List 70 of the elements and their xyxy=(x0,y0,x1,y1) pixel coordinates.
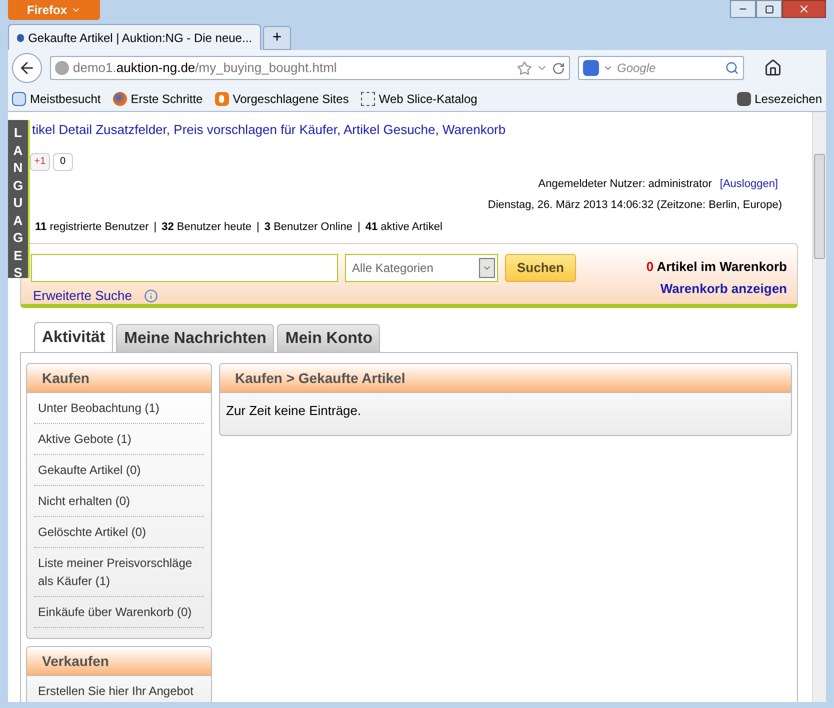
address-bar[interactable]: demo1.auktion-ng.de/my_buying_bought.html xyxy=(50,56,570,80)
module-link[interactable]: Warenkorb xyxy=(442,122,506,137)
search-engine-icon[interactable] xyxy=(583,60,599,76)
module-link[interactable]: Artikel Gesuche xyxy=(344,122,436,137)
cart-summary: 0 Artikel im Warenkorb xyxy=(646,258,787,276)
close-icon xyxy=(798,3,810,15)
url-text: demo1.auktion-ng.de/my_buying_bought.html xyxy=(73,59,337,78)
bookmarks-menu[interactable]: Lesezeichen xyxy=(736,90,822,108)
back-button[interactable] xyxy=(12,53,42,83)
account-tab[interactable]: Mein Konto xyxy=(277,324,380,352)
site-logo-icon xyxy=(17,34,24,42)
plus-one-button[interactable]: +1 xyxy=(30,152,50,170)
sidebar-link[interactable]: Nicht erhalten (0) xyxy=(34,486,204,517)
link-separator: , xyxy=(435,122,440,137)
vertical-scrollbar[interactable] xyxy=(812,112,826,702)
stat-text: 11 registrierte Benutzer xyxy=(35,220,149,234)
stat-text: 41 aktive Artikel xyxy=(365,220,442,234)
module-link[interactable]: tikel Detail Zusatzfelder xyxy=(32,122,166,137)
dashed-square-icon xyxy=(360,92,375,106)
sidebar-link[interactable]: Erstellen Sie hier Ihr Angebot xyxy=(34,676,204,702)
search-button[interactable]: Suchen xyxy=(505,254,576,282)
page-icon xyxy=(12,92,26,106)
bookmark-item[interactable]: Erste Schritte xyxy=(112,90,203,108)
separator-text: | xyxy=(357,220,360,234)
account-tab[interactable]: Aktivität xyxy=(34,322,114,353)
search-field[interactable]: Google xyxy=(578,56,744,80)
maximize-button[interactable] xyxy=(756,0,782,18)
new-tab-button[interactable]: + xyxy=(263,26,291,50)
stat-text: 3 Benutzer Online xyxy=(264,220,352,234)
globe-icon xyxy=(55,61,69,75)
sidebar-link[interactable]: Gelöschte Artikel (0) xyxy=(34,517,204,548)
scrollbar-thumb[interactable] xyxy=(814,154,825,259)
sidebar-link[interactable]: Aktive Gebote (1) xyxy=(34,424,204,455)
sidebar-link[interactable]: Unter Beobachtung (1) xyxy=(34,393,204,424)
lightbulb-icon xyxy=(214,92,229,106)
stat-text: 32 Benutzer heute xyxy=(162,220,252,234)
separator-text: | xyxy=(256,220,260,234)
link-separator: , xyxy=(166,122,172,137)
home-icon[interactable] xyxy=(764,59,782,77)
module-link[interactable]: Preis vorschlagen für Käufer xyxy=(174,122,337,137)
sidebar-link[interactable]: Liste meiner Preisvorschläge als Käufer (1) xyxy=(34,548,204,597)
search-icon[interactable] xyxy=(725,61,739,75)
browser-tab[interactable]: Gekaufte Artikel | Auktion:NG - Die neue... xyxy=(8,24,261,50)
sidebar-link[interactable]: Einkäufe über Warenkorb (0) xyxy=(34,597,204,628)
logout-link[interactable]: [Ausloggen] xyxy=(720,176,778,192)
panel-header: Verkaufen xyxy=(27,647,211,676)
bookmark-star-icon[interactable] xyxy=(517,60,532,76)
separator-text: | xyxy=(154,220,157,234)
close-button[interactable] xyxy=(782,0,826,18)
search-input[interactable] xyxy=(31,254,338,282)
logged-in-user: Angemeldeter Nutzer: administrator xyxy=(538,176,712,192)
sidebar-link[interactable]: Gekaufte Artikel (0) xyxy=(34,455,204,486)
account-tab[interactable]: Meine Nachrichten xyxy=(116,324,274,352)
panel-header: Kaufen > Gekaufte Artikel xyxy=(220,364,791,393)
bookmark-item[interactable]: Meistbesucht xyxy=(12,90,101,108)
view-cart-link[interactable]: Warenkorb anzeigen xyxy=(660,278,787,298)
share-count: 0 xyxy=(53,152,73,170)
category-select[interactable]: Alle Kategorien xyxy=(345,254,498,282)
maximize-icon xyxy=(764,4,774,14)
panel-header: Kaufen xyxy=(27,364,211,393)
advanced-search-link[interactable]: Erweiterte Suche xyxy=(33,286,132,306)
date-line: Dienstag, 26. März 2013 14:06:32 (Zeitzone: Berlin, Europe) xyxy=(488,198,782,213)
globe-icon xyxy=(112,92,127,106)
bookmark-item[interactable]: Vorgeschlagene Sites xyxy=(214,90,349,108)
link-separator: , xyxy=(336,122,342,137)
info-icon[interactable] xyxy=(144,288,158,303)
empty-message: Zur Zeit keine Einträge. xyxy=(225,402,362,420)
reload-icon[interactable] xyxy=(552,62,565,74)
bookmark-item[interactable]: Web Slice-Katalog xyxy=(360,90,478,108)
languages-tab[interactable]: LANGUAGES xyxy=(8,120,30,278)
